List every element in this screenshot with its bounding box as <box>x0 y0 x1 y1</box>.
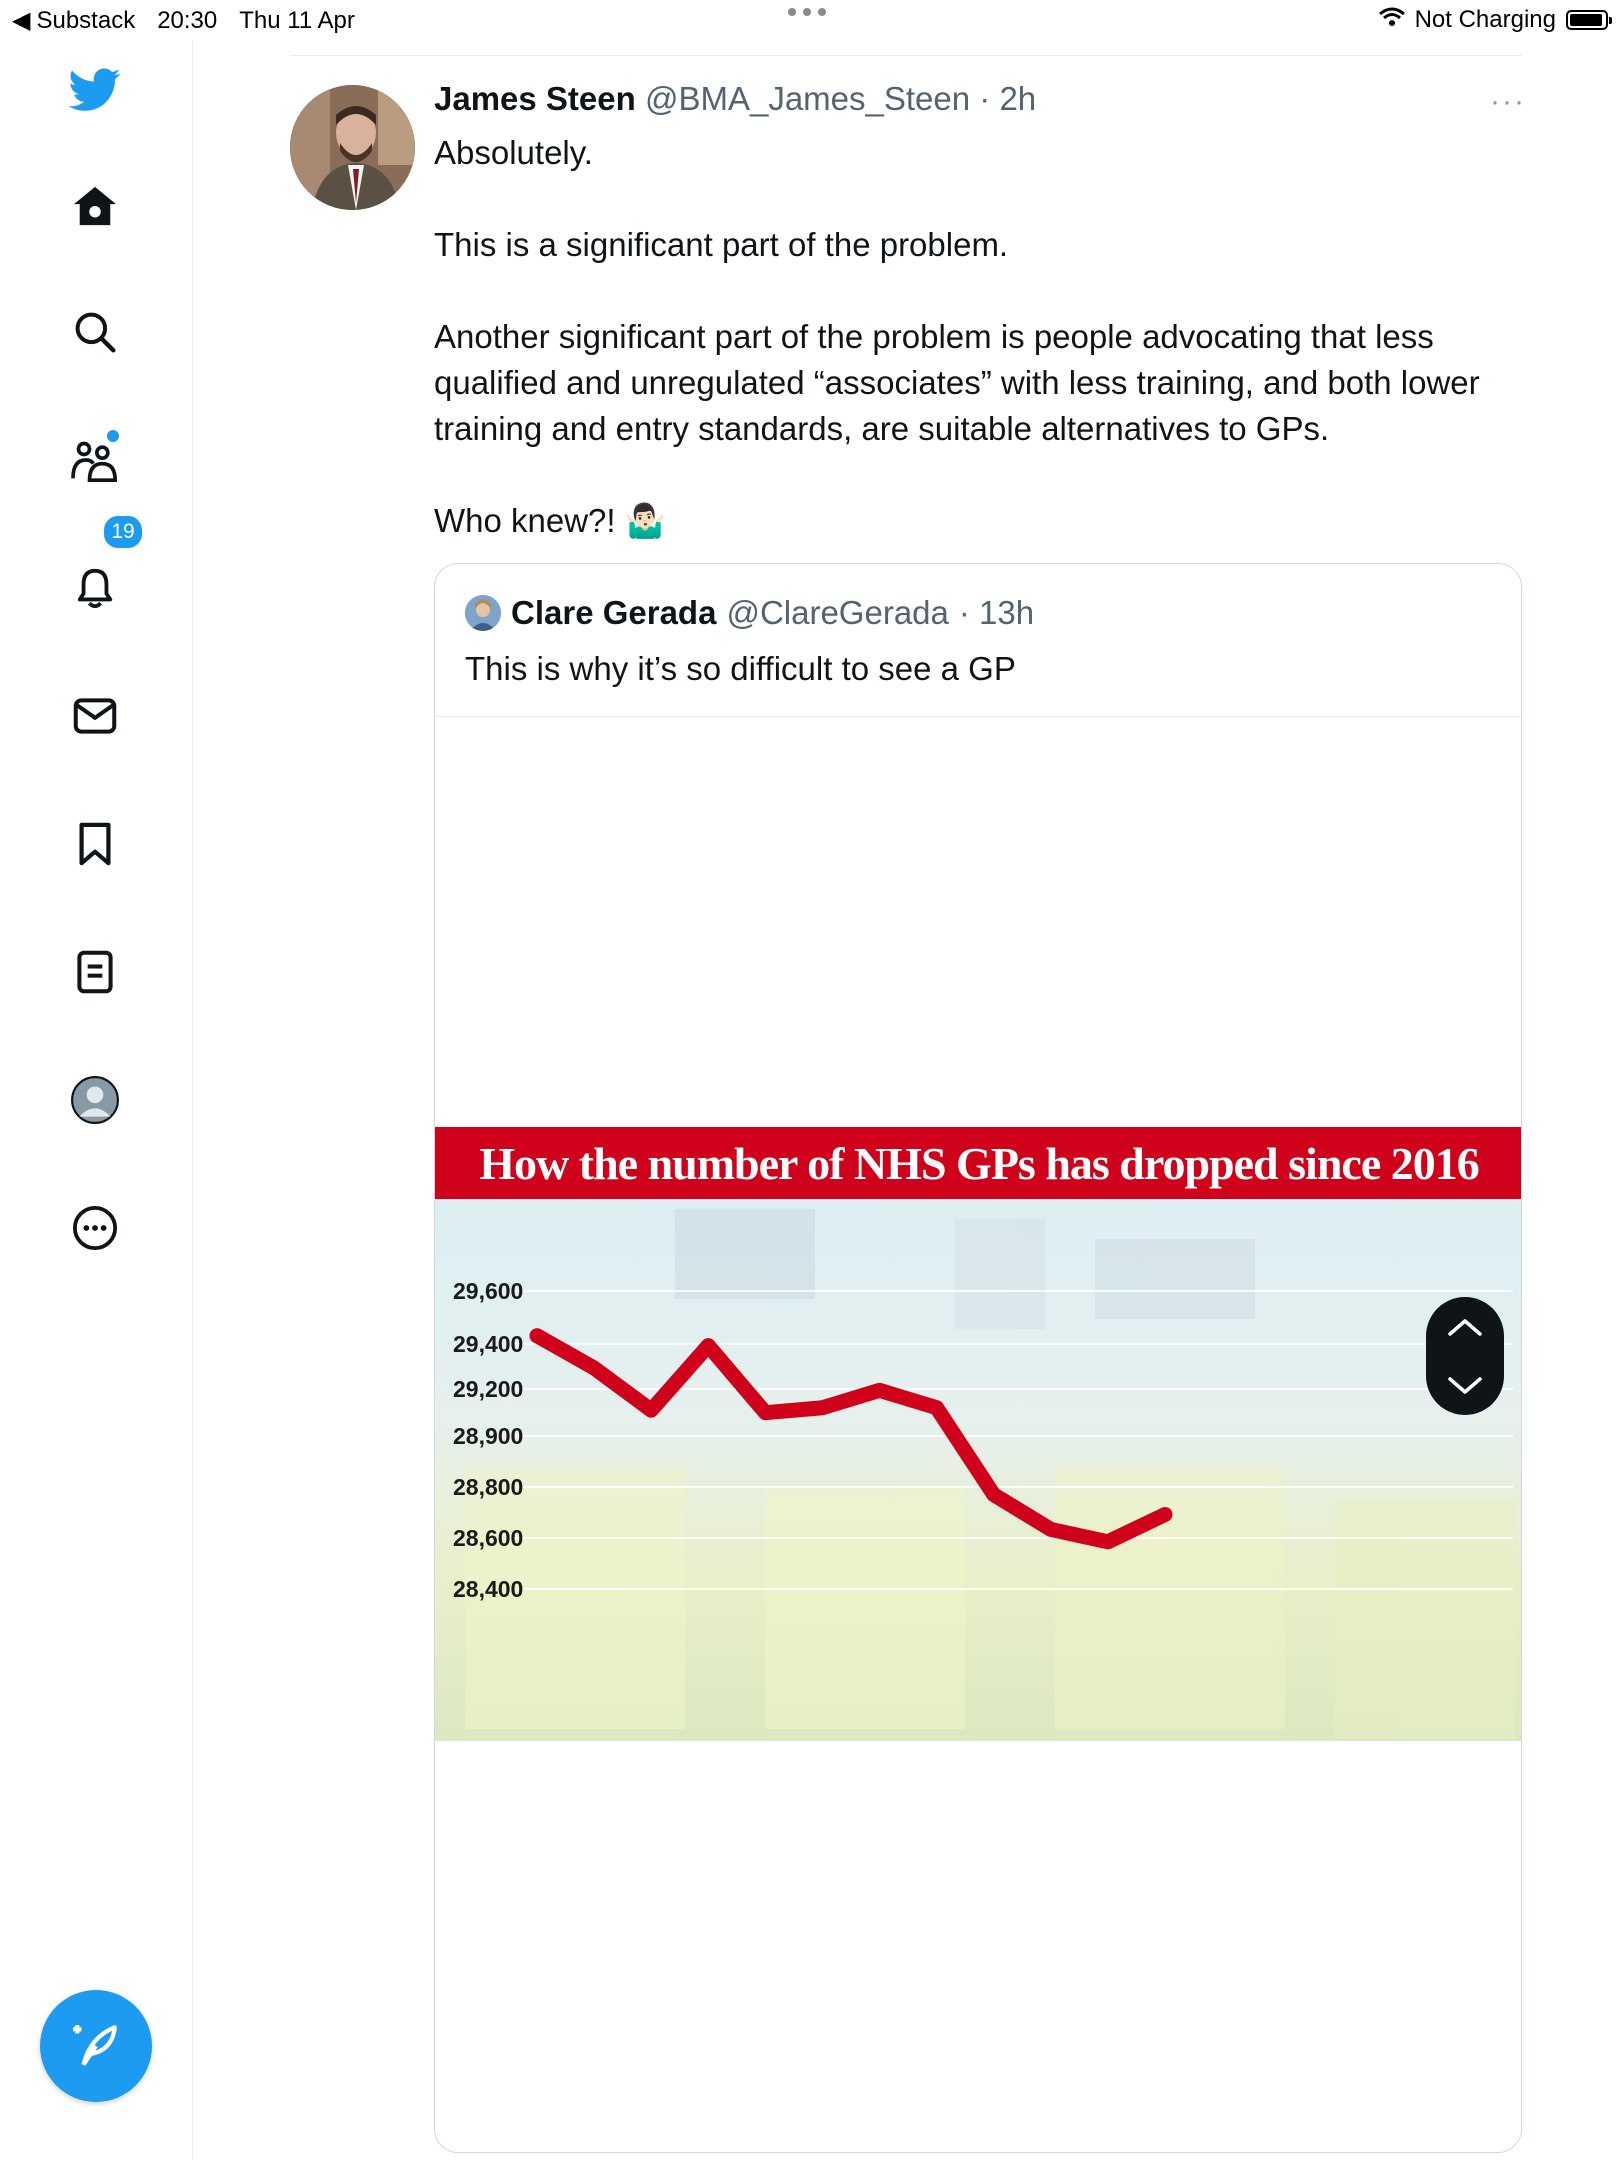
status-date: Thu 11 Apr <box>239 6 355 34</box>
chevron-up-icon <box>1448 1318 1482 1336</box>
data-point <box>650 1409 653 1412</box>
quoted-tweet-image[interactable]: How the number of NHS GPs has dropped si… <box>435 1127 1521 1741</box>
data-point <box>707 1344 710 1347</box>
charging-status: Not Charging <box>1414 6 1556 33</box>
y-tick-label: 28,800 <box>453 1474 523 1500</box>
data-point <box>593 1366 596 1369</box>
tweet-more-menu-button[interactable]: ··· <box>1490 85 1526 119</box>
tweet-paragraph: Who knew?! 🤷🏻‍♂️ <box>434 502 666 539</box>
chart-background <box>465 1209 1515 1739</box>
y-tick-label: 28,600 <box>453 1525 523 1551</box>
more-options-circle-icon[interactable] <box>69 1202 121 1254</box>
home-icon[interactable] <box>69 180 121 232</box>
lists-icon[interactable] <box>69 946 121 998</box>
notifications-bell-icon[interactable] <box>69 562 121 614</box>
tweet-paragraph: Another significant part of the problem … <box>434 318 1480 447</box>
profile-avatar-icon[interactable] <box>69 1074 121 1126</box>
y-tick-label: 28,900 <box>453 1423 523 1449</box>
quoted-tweet-card[interactable]: Clare Gerada @ClareGerada · 13h This is … <box>434 563 1522 2153</box>
y-tick-label: 29,200 <box>453 1376 523 1402</box>
quoted-author-handle: @ClareGerada <box>726 594 949 631</box>
quoted-tweet-divider <box>435 716 1521 717</box>
status-bar: ◀ Substack 20:30 Thu 11 Apr Not Charging <box>0 0 1620 40</box>
data-point <box>878 1389 881 1392</box>
chevron-down-icon <box>1448 1376 1482 1394</box>
search-icon[interactable] <box>69 306 121 358</box>
quoted-tweet-timestamp: · 13h <box>958 594 1035 631</box>
data-point <box>764 1411 767 1414</box>
quoted-tweet-text: This is why it’s so difficult to see a G… <box>465 650 1016 687</box>
data-point <box>1164 1513 1166 1516</box>
battery-icon <box>1566 10 1612 30</box>
chart-title: How the number of NHS GPs has dropped si… <box>435 1127 1521 1199</box>
bookmarks-icon[interactable] <box>69 818 121 870</box>
data-point <box>536 1334 538 1337</box>
compose-tweet-button[interactable] <box>40 1990 152 2102</box>
y-tick-label: 28,400 <box>453 1576 523 1602</box>
wifi-icon <box>1378 6 1405 34</box>
messages-mail-icon[interactable] <box>69 690 121 742</box>
data-point <box>935 1406 938 1409</box>
author-handle[interactable]: @BMA_James_Steen <box>645 80 970 117</box>
quoted-author-avatar <box>465 595 501 631</box>
compose-feather-icon <box>73 2025 117 2066</box>
tweet-header: James Steen @BMA_James_Steen · 2h <box>434 80 1036 118</box>
status-time: 20:30 <box>157 6 218 34</box>
timeline-divider <box>290 55 1522 56</box>
author-name[interactable]: James Steen <box>434 80 636 117</box>
image-scroll-control[interactable] <box>1426 1297 1504 1415</box>
back-triangle-icon: ◀ <box>12 7 31 34</box>
tweet-paragraph: This is a significant part of the proble… <box>434 226 1009 263</box>
back-to-app-link[interactable]: ◀ Substack <box>12 6 135 35</box>
tweet-text: Absolutely. This is a significant part o… <box>434 130 1524 590</box>
data-point <box>821 1406 824 1409</box>
line-chart: 29,600 29,400 29,200 28,900 28,800 28,600 28,4… <box>453 1209 1515 1739</box>
data-point <box>1049 1528 1052 1531</box>
data-point <box>992 1493 995 1496</box>
tweet-paragraph: Absolutely. <box>434 134 593 171</box>
back-app-label: Substack <box>36 6 136 34</box>
new-activity-dot <box>105 428 121 444</box>
quoted-tweet-header: Clare Gerada @ClareGerada · 13h <box>465 594 1034 632</box>
chart-plot-area: 29,600 29,400 29,200 28,900 28,800 28,600 28,4… <box>435 1199 1521 1741</box>
quoted-author-name: Clare Gerada <box>511 594 717 631</box>
notifications-badge: 19 <box>102 514 144 550</box>
y-tick-label: 29,400 <box>453 1331 523 1357</box>
author-avatar[interactable] <box>290 85 415 210</box>
tweet-timestamp[interactable]: · 2h <box>979 80 1036 117</box>
y-tick-label: 29,600 <box>453 1278 523 1304</box>
data-point <box>1106 1540 1109 1543</box>
twitter-logo-icon[interactable] <box>69 64 121 116</box>
multitasking-dots[interactable] <box>788 8 826 16</box>
